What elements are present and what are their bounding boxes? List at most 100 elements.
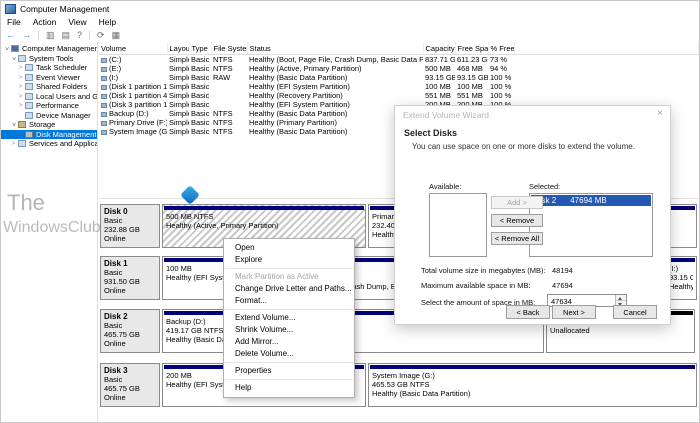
context-item-explore[interactable]: Explore xyxy=(224,254,354,266)
chevron-expanded-icon[interactable]: > xyxy=(10,55,17,62)
cancel-button[interactable]: Cancel xyxy=(613,305,657,319)
partition-system-image-g[interactable]: System Image (G:)465.53 GB NTFSHealthy (… xyxy=(368,363,697,407)
disk-info[interactable]: Disk 1Basic931.50 GBOnline xyxy=(100,256,160,300)
title-bar[interactable]: Computer Management xyxy=(1,1,699,16)
console-tree-icon[interactable]: ▥ xyxy=(46,30,55,41)
task-scheduler-icon xyxy=(25,64,33,71)
chevron-expanded-icon[interactable]: > xyxy=(3,45,10,52)
context-menu-separator xyxy=(225,309,353,310)
toolbar: ← → ▥ ▤? ⟳ ▦ xyxy=(1,29,699,43)
sidebar-item-system-tools[interactable]: >System Tools xyxy=(1,54,97,64)
wizard-subtext: You can use space on one or more disks t… xyxy=(412,142,635,151)
menu-item-help[interactable]: Help xyxy=(93,16,122,29)
selected-listbox[interactable]: Disk 247694 MB xyxy=(529,193,653,257)
remove-button[interactable]: < Remove xyxy=(491,214,543,227)
menu-item-view[interactable]: View xyxy=(62,16,92,29)
available-listbox[interactable] xyxy=(429,193,487,257)
column-header-free[interactable]: % Free xyxy=(488,42,514,55)
chevron-collapsed-icon[interactable]: > xyxy=(17,93,24,100)
column-header-status[interactable]: Status xyxy=(247,42,423,55)
chevron-collapsed-icon[interactable]: > xyxy=(17,83,24,90)
disk-name: Disk 0 xyxy=(104,207,156,216)
disk-info[interactable]: Disk 0Basic232.88 GBOnline xyxy=(100,204,160,248)
chevron-collapsed-icon[interactable]: > xyxy=(10,140,17,147)
chevron-collapsed-icon[interactable]: > xyxy=(17,102,24,109)
column-header-layout[interactable]: Layout xyxy=(167,42,189,55)
disk-name: Disk 1 xyxy=(104,259,156,268)
users-icon xyxy=(25,93,33,100)
context-item-properties[interactable]: Properties xyxy=(224,365,354,377)
chevron-collapsed-icon[interactable]: > xyxy=(17,64,24,71)
performance-icon xyxy=(25,102,33,109)
refresh-icon[interactable]: ⟳ xyxy=(97,30,105,41)
menu-item-file[interactable]: File xyxy=(1,16,27,29)
back-icon[interactable]: ← xyxy=(6,30,15,41)
disk-status: Online xyxy=(104,339,156,348)
event-viewer-icon xyxy=(25,74,33,81)
sidebar-item-disk-management[interactable]: Disk Management xyxy=(1,130,97,140)
disk-name: Disk 2 xyxy=(104,312,156,321)
menu-item-action[interactable]: Action xyxy=(27,16,63,29)
selected-disk-size: 47694 MB xyxy=(570,195,606,206)
volume-row[interactable]: (Disk 1 partition 4)SimpleBasicHealthy (… xyxy=(99,91,699,100)
sidebar-item-computer-management-local[interactable]: >Computer Management (Local) xyxy=(1,44,97,54)
close-icon[interactable]: × xyxy=(657,108,663,120)
context-menu: OpenExploreMark Partition as ActiveChang… xyxy=(223,238,355,398)
disk-info[interactable]: Disk 3Basic465.75 GBOnline xyxy=(100,363,160,407)
help-icon[interactable]: ? xyxy=(77,30,82,41)
chevron-collapsed-icon[interactable]: > xyxy=(17,74,24,81)
column-header-file-system[interactable]: File System xyxy=(211,42,247,55)
sidebar-item-event-viewer[interactable]: >Event Viewer xyxy=(1,73,97,83)
context-item-add-mirror[interactable]: Add Mirror... xyxy=(224,336,354,348)
column-header-filler xyxy=(514,42,699,55)
console-tree: >Computer Management (Local)>System Tool… xyxy=(1,44,97,149)
available-label: Available: xyxy=(429,182,461,191)
sidebar-item-task-scheduler[interactable]: >Task Scheduler xyxy=(1,63,97,73)
sidebar-item-services-and-applications[interactable]: >Services and Applications xyxy=(1,139,97,149)
context-item-shrink-volume[interactable]: Shrink Volume... xyxy=(224,324,354,336)
shared-folders-icon xyxy=(25,83,33,90)
volume-icon xyxy=(101,76,107,81)
remove-all-button[interactable]: < Remove All xyxy=(491,232,543,245)
storage-icon xyxy=(18,121,26,128)
context-item-help[interactable]: Help xyxy=(224,382,354,394)
context-item-change-drive-letter-and-paths[interactable]: Change Drive Letter and Paths... xyxy=(224,283,354,295)
column-header-volume[interactable]: Volume xyxy=(99,42,167,55)
sidebar-item-local-users-and-groups[interactable]: >Local Users and Groups xyxy=(1,92,97,102)
disk-status: Online xyxy=(104,286,156,295)
disk-properties-icon[interactable]: ▦ xyxy=(112,30,121,41)
sidebar-item-shared-folders[interactable]: >Shared Folders xyxy=(1,82,97,92)
folder-icon xyxy=(18,55,26,62)
volume-name: (Disk 1 partition 1) xyxy=(109,82,167,91)
disk-info[interactable]: Disk 2Basic465.75 GBOnline xyxy=(100,309,160,353)
sidebar-item-performance[interactable]: >Performance xyxy=(1,101,97,111)
column-header-type[interactable]: Type xyxy=(189,42,211,55)
sidebar-item-device-manager[interactable]: Device Manager xyxy=(1,111,97,121)
context-item-extend-volume[interactable]: Extend Volume... xyxy=(224,312,354,324)
column-header-capacity[interactable]: Capacity xyxy=(423,42,455,55)
back-button[interactable]: < Back xyxy=(506,305,550,319)
selected-disk-item[interactable]: Disk 247694 MB xyxy=(531,195,651,206)
volume-icon xyxy=(101,94,107,99)
next-button[interactable]: Next > xyxy=(552,305,596,319)
disk-row-disk-3: Disk 3Basic465.75 GBOnline200 MBHealthy … xyxy=(100,363,697,407)
export-list-icon[interactable]: ▤ xyxy=(62,30,71,41)
volume-icon xyxy=(101,103,107,108)
total-size-label: Total volume size in megabytes (MB): xyxy=(421,266,546,275)
column-header-free-space[interactable]: Free Space xyxy=(455,42,488,55)
context-item-delete-volume[interactable]: Delete Volume... xyxy=(224,348,354,360)
volume-icon xyxy=(101,85,107,90)
volume-name: (Disk 3 partition 1) xyxy=(109,100,167,109)
context-item-format[interactable]: Format... xyxy=(224,295,354,307)
selected-label: Selected: xyxy=(529,182,560,191)
volume-row[interactable]: (Disk 1 partition 1)SimpleBasicHealthy (… xyxy=(99,82,699,91)
volume-row[interactable]: (E:)SimpleBasicNTFSHealthy (Active, Prim… xyxy=(99,64,699,73)
volume-row[interactable]: (C:)SimpleBasicNTFSHealthy (Boot, Page F… xyxy=(99,55,699,65)
volume-row[interactable]: (I:)SimpleBasicRAWHealthy (Basic Data Pa… xyxy=(99,73,699,82)
context-item-open[interactable]: Open xyxy=(224,242,354,254)
sidebar-item-storage[interactable]: >Storage xyxy=(1,120,97,130)
forward-icon[interactable]: → xyxy=(22,30,31,41)
disk-name: Disk 3 xyxy=(104,366,156,375)
total-size-value: 48194 xyxy=(552,266,573,275)
chevron-expanded-icon[interactable]: > xyxy=(10,121,17,128)
